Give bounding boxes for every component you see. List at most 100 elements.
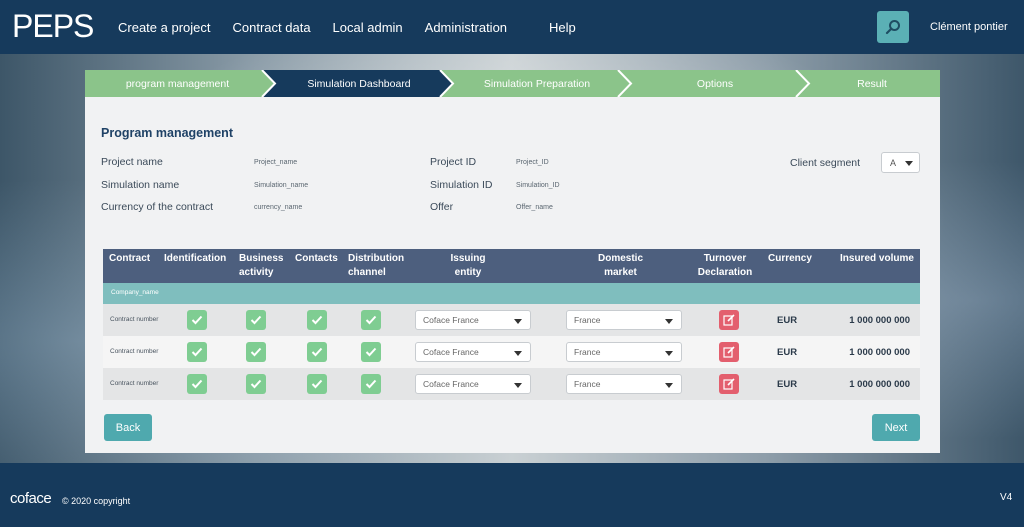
check-icon xyxy=(365,347,377,357)
domestic-market-select[interactable]: France xyxy=(566,342,682,362)
edit-icon xyxy=(723,378,735,390)
nav-contract-data[interactable]: Contract data xyxy=(233,20,311,35)
project-id-value: Project_ID xyxy=(516,159,549,166)
col-domestic-market: Domestic market xyxy=(597,253,643,278)
distribution-channel-check[interactable] xyxy=(361,342,381,362)
contacts-check[interactable] xyxy=(307,342,327,362)
edit-icon xyxy=(723,314,735,326)
issuing-entity-value: Coface France xyxy=(423,347,479,357)
chevron-down-icon xyxy=(514,383,522,388)
issuing-entity-select[interactable]: Coface France xyxy=(415,374,531,394)
check-icon xyxy=(250,315,262,325)
contracts-table: Contract Identification Business activit… xyxy=(103,249,920,400)
top-navigation-bar: PEPS Create a project Contract data Loca… xyxy=(0,0,1024,54)
nav-administration[interactable]: Administration xyxy=(425,20,507,35)
currency-value: currency_name xyxy=(254,204,303,211)
issuing-entity-select[interactable]: Coface France xyxy=(415,342,531,362)
chevron-down-icon xyxy=(514,319,522,324)
domestic-market-value: France xyxy=(574,379,601,389)
check-icon xyxy=(191,315,203,325)
col-distribution-channel: Distribution channel xyxy=(348,253,405,278)
domestic-market-select[interactable]: France xyxy=(566,374,682,394)
table-row: Contract number Coface France France EUR… xyxy=(103,368,920,400)
currency-label: Currency of the contract xyxy=(101,201,214,213)
chevron-down-icon xyxy=(905,161,913,166)
check-icon xyxy=(365,379,377,389)
col-business-activity: Business activity xyxy=(239,253,284,278)
simulation-id-value: Simulation_ID xyxy=(516,182,560,189)
check-icon xyxy=(191,379,203,389)
chevron-down-icon xyxy=(665,319,673,324)
turnover-edit-button[interactable] xyxy=(719,342,739,362)
offer-label: Offer xyxy=(430,201,454,213)
identification-check[interactable] xyxy=(187,374,207,394)
domestic-market-select[interactable]: France xyxy=(566,310,682,330)
client-segment-label: Client segment xyxy=(790,157,861,169)
simulation-id-label: Simulation ID xyxy=(430,179,493,191)
issuing-entity-value: Coface France xyxy=(423,315,479,325)
contract-number[interactable]: Contract number xyxy=(110,348,158,355)
contract-number[interactable]: Contract number xyxy=(110,316,158,323)
issuing-entity-value: Coface France xyxy=(423,379,479,389)
chevron-down-icon xyxy=(665,383,673,388)
insured-volume-cell: 1 000 000 000 xyxy=(849,379,910,390)
project-name-value: Project_name xyxy=(254,159,298,166)
col-currency: Currency xyxy=(768,253,812,264)
turnover-edit-button[interactable] xyxy=(719,310,739,330)
section-title: Program management xyxy=(101,126,233,140)
check-icon xyxy=(191,347,203,357)
offer-value: Offer_name xyxy=(516,204,553,211)
nav-local-admin[interactable]: Local admin xyxy=(333,20,403,35)
peps-logo[interactable]: PEPS xyxy=(12,8,94,45)
company-name: Company_name xyxy=(111,289,159,296)
check-icon xyxy=(365,315,377,325)
company-row: Company_name xyxy=(103,283,920,304)
step-program-management[interactable]: program management xyxy=(85,70,270,97)
identification-check[interactable] xyxy=(187,342,207,362)
nav-create-project[interactable]: Create a project xyxy=(118,20,211,35)
check-icon xyxy=(311,347,323,357)
col-identification: Identification xyxy=(164,253,227,264)
check-icon xyxy=(250,379,262,389)
back-button[interactable]: Back xyxy=(104,414,152,441)
coface-logo: coface xyxy=(10,490,52,507)
contract-number[interactable]: Contract number xyxy=(110,380,158,387)
client-segment-value: A xyxy=(890,157,897,168)
user-name[interactable]: Clément pontier xyxy=(930,21,1008,33)
domestic-market-value: France xyxy=(574,347,601,357)
contacts-check[interactable] xyxy=(307,374,327,394)
footer: coface © 2020 copyright V4 xyxy=(0,463,1024,527)
identification-check[interactable] xyxy=(187,310,207,330)
distribution-channel-check[interactable] xyxy=(361,374,381,394)
chevron-down-icon xyxy=(665,351,673,356)
domestic-market-value: France xyxy=(574,315,601,325)
step-simulation-preparation[interactable]: Simulation Preparation xyxy=(448,70,626,97)
search-icon xyxy=(885,20,900,35)
currency-cell: EUR xyxy=(777,315,798,326)
chevron-down-icon xyxy=(514,351,522,356)
check-icon xyxy=(311,315,323,325)
business-activity-check[interactable] xyxy=(246,342,266,362)
contacts-check[interactable] xyxy=(307,310,327,330)
simulation-name-value: Simulation_name xyxy=(254,182,309,189)
copyright-text: © 2020 copyright xyxy=(62,496,131,506)
business-activity-check[interactable] xyxy=(246,310,266,330)
nav-help[interactable]: Help xyxy=(549,20,576,35)
simulation-name-label: Simulation name xyxy=(101,179,180,191)
edit-icon xyxy=(723,346,735,358)
step-options[interactable]: Options xyxy=(626,70,804,97)
turnover-edit-button[interactable] xyxy=(719,374,739,394)
step-simulation-dashboard[interactable]: Simulation Dashboard xyxy=(270,70,448,97)
col-contacts: Contacts xyxy=(295,253,338,264)
table-row: Contract number Coface France France EUR… xyxy=(103,304,920,336)
search-button[interactable] xyxy=(877,11,909,43)
business-activity-check[interactable] xyxy=(246,374,266,394)
next-button[interactable]: Next xyxy=(872,414,920,441)
col-turnover-declaration: Turnover Declaration xyxy=(697,253,753,278)
distribution-channel-check[interactable] xyxy=(361,310,381,330)
client-segment-select[interactable]: A xyxy=(881,152,920,173)
step-result[interactable]: Result xyxy=(804,70,940,97)
issuing-entity-select[interactable]: Coface France xyxy=(415,310,531,330)
table-header: Contract Identification Business activit… xyxy=(103,249,920,283)
check-icon xyxy=(250,347,262,357)
